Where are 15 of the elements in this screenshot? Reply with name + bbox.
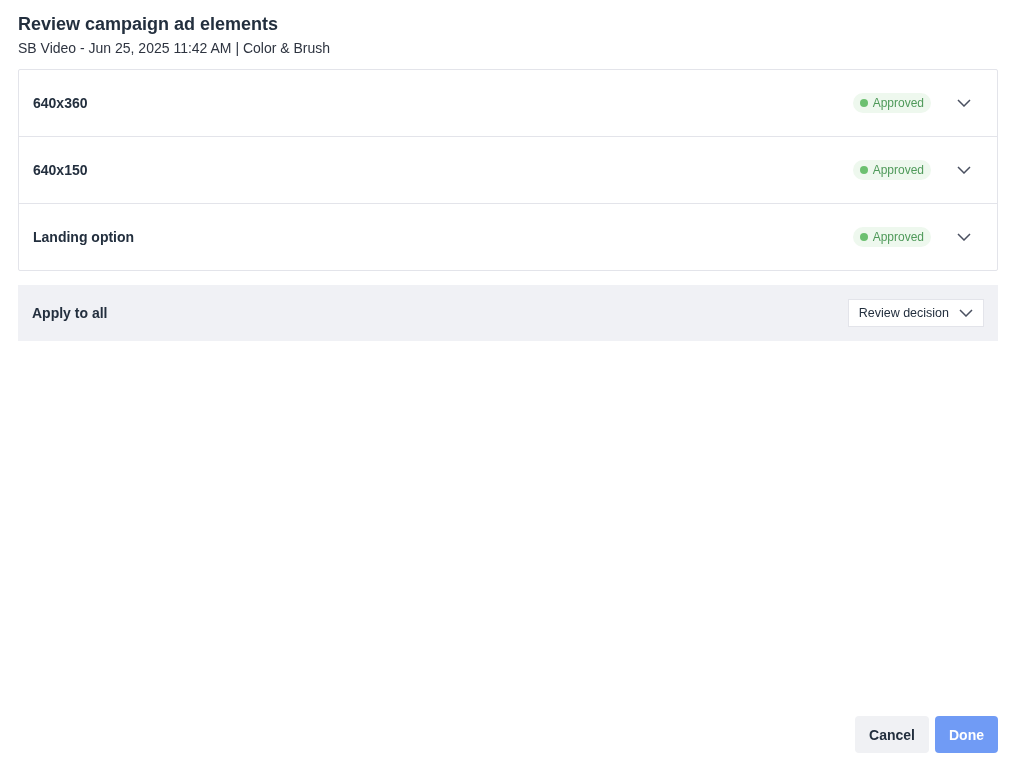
chevron-icon [957, 166, 971, 174]
dialog-subtitle: SB Video - Jun 25, 2025 11:42 AM | Color & Brush [18, 40, 332, 56]
review-decision-dropdown[interactable]: Review decision [847, 299, 984, 327]
chevron-icon [957, 233, 971, 241]
element-name: 640x360 [33, 95, 89, 111]
chevron-icon [959, 309, 973, 317]
status-badge: Approved [852, 227, 931, 247]
element-name: Landing option [33, 229, 136, 245]
apply-all-label: Apply to all [32, 305, 108, 321]
status-badge: Approved [852, 93, 931, 113]
chevron-icon [957, 99, 971, 107]
status-badge: Approved [852, 160, 931, 180]
dialog-title: Review campaign ad elements [18, 13, 280, 36]
cancel-button[interactable]: Cancel [855, 716, 929, 753]
element-name: 640x150 [33, 162, 89, 178]
